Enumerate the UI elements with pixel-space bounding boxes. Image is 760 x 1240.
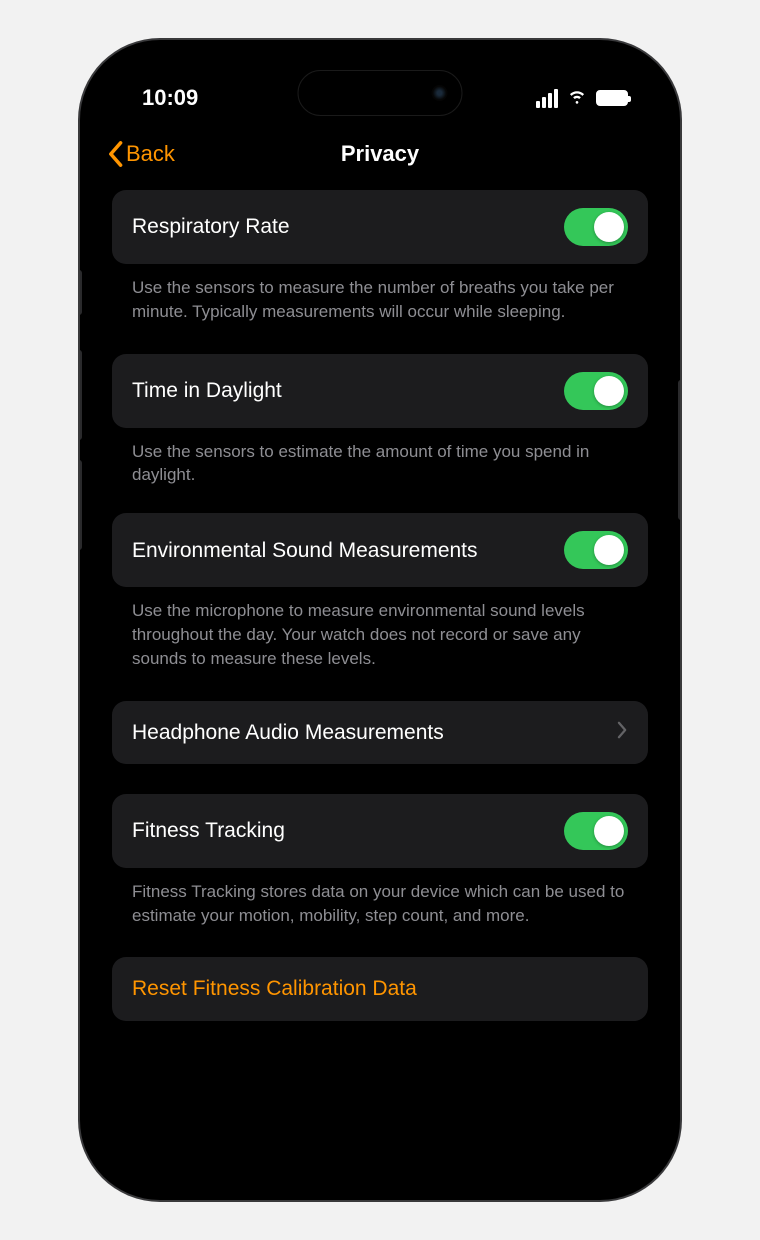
row-reset-calibration[interactable]: Reset Fitness Calibration Data	[112, 957, 648, 1020]
row-label: Fitness Tracking	[132, 817, 548, 844]
dynamic-island	[298, 70, 463, 116]
settings-list: Respiratory Rate Use the sensors to meas…	[92, 190, 668, 1021]
toggle-time-in-daylight[interactable]	[564, 372, 628, 410]
power-button	[678, 380, 680, 520]
status-icons	[536, 84, 628, 112]
cellular-icon	[536, 89, 558, 108]
row-footer: Fitness Tracking stores data on your dev…	[112, 868, 648, 958]
row-footer: Use the sensors to estimate the amount o…	[112, 428, 648, 514]
row-environmental-sound[interactable]: Environmental Sound Measurements	[112, 513, 648, 587]
row-footer: Use the sensors to measure the number of…	[112, 264, 648, 354]
row-respiratory-rate[interactable]: Respiratory Rate	[112, 190, 648, 264]
page-title: Privacy	[92, 141, 668, 167]
wifi-icon	[566, 84, 588, 112]
nav-bar: Back Privacy	[92, 122, 668, 190]
chevron-left-icon	[106, 140, 124, 168]
row-fitness-tracking[interactable]: Fitness Tracking	[112, 794, 648, 868]
phone-frame: 10:09 Back Privacy Respi	[80, 40, 680, 1200]
row-label: Environmental Sound Measurements	[132, 537, 548, 564]
battery-icon	[596, 90, 628, 106]
row-headphone-audio[interactable]: Headphone Audio Measurements	[112, 701, 648, 764]
toggle-environmental-sound[interactable]	[564, 531, 628, 569]
back-button[interactable]: Back	[106, 140, 175, 168]
side-button	[80, 270, 82, 315]
phone-screen: 10:09 Back Privacy Respi	[92, 52, 668, 1188]
row-label: Time in Daylight	[132, 377, 548, 404]
status-time: 10:09	[142, 85, 198, 111]
volume-up-button	[80, 350, 82, 440]
row-label: Headphone Audio Measurements	[132, 719, 601, 746]
row-label: Reset Fitness Calibration Data	[132, 975, 628, 1002]
volume-down-button	[80, 460, 82, 550]
row-label: Respiratory Rate	[132, 213, 548, 240]
back-label: Back	[126, 141, 175, 167]
toggle-respiratory-rate[interactable]	[564, 208, 628, 246]
toggle-fitness-tracking[interactable]	[564, 812, 628, 850]
row-footer: Use the microphone to measure environmen…	[112, 587, 648, 700]
row-time-in-daylight[interactable]: Time in Daylight	[112, 354, 648, 428]
chevron-right-icon	[617, 721, 628, 744]
